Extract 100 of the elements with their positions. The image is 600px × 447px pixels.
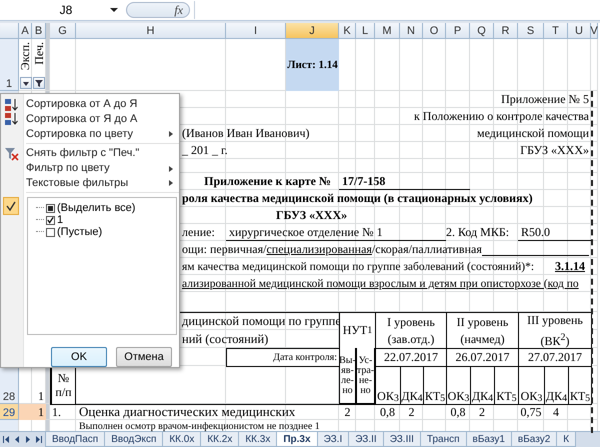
menu-item[interactable]: Фильтр по цвету bbox=[1, 160, 179, 176]
standard-text: ализированной медицинской помощи взрослым и детям при описторхозе (код по bbox=[182, 276, 579, 292]
column-header[interactable]: I bbox=[226, 23, 286, 39]
checkbox-label[interactable]: (Выделить все) bbox=[57, 202, 136, 214]
column-header[interactable]: L bbox=[356, 23, 375, 39]
sheet-tab[interactable]: К bbox=[556, 432, 576, 447]
card-title: Приложение к карте № bbox=[204, 173, 331, 190]
sheet-tab[interactable]: ЭЗ.II bbox=[348, 432, 384, 447]
level-subheader: (ВК$^{2}$) bbox=[540, 330, 570, 350]
menu-item[interactable]: Снять фильтр с "Печ." bbox=[1, 146, 179, 161]
control-date: 27.07.2017 bbox=[518, 348, 592, 367]
column-header[interactable]: A bbox=[19, 23, 32, 39]
checkbox-label[interactable]: (Пустые) bbox=[57, 226, 102, 238]
selected-cell[interactable]: Лист: 1.14 bbox=[286, 39, 339, 91]
checkbox[interactable] bbox=[46, 216, 55, 225]
department-label: ление: bbox=[182, 224, 215, 241]
checkbox-label[interactable]: 1 bbox=[57, 214, 64, 226]
column-header[interactable]: T bbox=[544, 23, 568, 39]
table-cell: 2 bbox=[479, 404, 485, 420]
sheet-tab[interactable]: ЭЗ.III bbox=[382, 432, 421, 447]
column-header[interactable]: J bbox=[286, 23, 339, 39]
institution-heading: ГБУЗ «XXX» bbox=[276, 207, 348, 224]
menu-item[interactable]: Текстовые фильтры bbox=[1, 175, 179, 190]
menu-item[interactable]: Сортировка по цвету bbox=[1, 126, 179, 141]
column-header[interactable]: O bbox=[423, 23, 446, 39]
fixed-header: Ус- тра- не- но bbox=[356, 348, 375, 404]
regulation-text: медицинской помощи bbox=[477, 125, 589, 142]
table-cell: 2 bbox=[344, 404, 350, 420]
group-code: 3.1.14 bbox=[555, 258, 585, 275]
next-sheet-icon[interactable] bbox=[25, 436, 31, 443]
column-header[interactable]: H bbox=[76, 23, 226, 39]
tree-connector bbox=[36, 219, 44, 222]
filter-dropdown-button[interactable] bbox=[33, 77, 45, 89]
number-header: № п/п bbox=[50, 366, 76, 404]
level-subheader: (начмед) bbox=[460, 330, 505, 348]
level-header: II уровень bbox=[456, 314, 508, 330]
table-cell: 1. bbox=[52, 404, 61, 420]
caret-icon bbox=[22, 80, 30, 86]
sheet-tab[interactable]: вБазу2 bbox=[510, 432, 558, 447]
date-text: _ 201 _ г. bbox=[182, 142, 228, 159]
control-date: 22.07.2017 bbox=[375, 348, 447, 367]
column-header[interactable]: R bbox=[494, 23, 518, 39]
table-cell: 1 bbox=[38, 389, 44, 404]
ok-button[interactable]: OK bbox=[51, 347, 107, 368]
row-number[interactable]: 1 bbox=[0, 39, 19, 91]
first-sheet-icon[interactable] bbox=[3, 436, 9, 443]
column-header[interactable]: P bbox=[446, 23, 470, 39]
name-box[interactable]: J8 bbox=[14, 2, 118, 18]
table-cell: 2 bbox=[408, 404, 414, 420]
column-header[interactable]: G bbox=[50, 23, 76, 39]
control-date-label: Дата контроля: bbox=[226, 348, 340, 367]
function-button[interactable]: fx bbox=[126, 2, 190, 18]
submenu-arrow-icon bbox=[169, 166, 173, 172]
level-header: I уровень bbox=[387, 314, 435, 330]
institution-text: ГБУЗ «XXX» bbox=[520, 142, 589, 159]
column-header[interactable]: N bbox=[400, 23, 423, 39]
control-date: 26.07.2017 bbox=[446, 348, 519, 367]
row-number[interactable]: 29 bbox=[0, 404, 19, 420]
approver-name: (Иванов Иван Иванович) bbox=[182, 125, 310, 142]
table-cell: Выполнен осмотр врачом-инфекционистом не позднее 1 bbox=[79, 420, 320, 433]
group-label: ям качества медицинской помощи по группе заболеваний (состояний)*: bbox=[182, 260, 534, 274]
previous-sheet-icon[interactable] bbox=[14, 436, 20, 443]
menu-item[interactable]: Сортировка от Я до А bbox=[1, 111, 179, 126]
appendix-text: Приложение № 5 bbox=[501, 91, 589, 108]
column-header[interactable]: U bbox=[568, 23, 591, 39]
last-sheet-icon[interactable] bbox=[36, 436, 42, 443]
tree-connector bbox=[36, 207, 44, 210]
sheet-tab[interactable]: вБазу1 bbox=[466, 432, 512, 447]
sheet-tab[interactable]: ВводПасп bbox=[45, 432, 106, 447]
regulation-text: к Положению о контроле качества bbox=[414, 108, 589, 125]
card-number: 17/7-158 bbox=[339, 173, 470, 190]
cancel-button[interactable]: Отмена bbox=[116, 347, 172, 368]
sheet-tab[interactable]: КК.0х bbox=[162, 432, 202, 447]
sheet-tab[interactable]: КК.3х bbox=[238, 432, 278, 447]
column-header[interactable]: S bbox=[518, 23, 544, 39]
menu-item[interactable]: Сортировка от А до Я bbox=[1, 96, 179, 112]
checkbox[interactable] bbox=[46, 204, 55, 213]
column-header[interactable]: M bbox=[375, 23, 400, 39]
column-header[interactable]: V bbox=[591, 23, 598, 39]
filter-dropdown-button[interactable] bbox=[20, 77, 32, 89]
row-number[interactable]: 28 bbox=[0, 366, 19, 404]
column-header[interactable]: Q bbox=[470, 23, 494, 39]
column-header[interactable]: B bbox=[32, 23, 46, 39]
sheet-tab[interactable]: ВводЭксп bbox=[104, 432, 164, 447]
sort-descending-icon bbox=[5, 113, 19, 126]
department-value: хирургическое отделение № 1 bbox=[226, 224, 446, 241]
sheet-tab[interactable]: КК.2х bbox=[200, 432, 240, 447]
checkbox[interactable] bbox=[46, 228, 55, 237]
column-header[interactable]: K bbox=[339, 23, 356, 39]
tree-connector bbox=[36, 231, 44, 234]
found-header: Вы- яв- ле- но bbox=[339, 348, 356, 404]
submenu-arrow-icon bbox=[169, 180, 173, 186]
table-title: дицинской помощи по группе bbox=[182, 312, 341, 330]
sheet-tab[interactable]: Пр.3х bbox=[276, 432, 318, 447]
level-subheader: (зав.отд.) bbox=[388, 330, 434, 348]
table-cell: 0,75 bbox=[520, 404, 542, 420]
sheet-tab[interactable]: Трансп bbox=[420, 432, 467, 447]
sheet-tab[interactable]: ЭЗ.I bbox=[316, 432, 350, 447]
table-cell: 0,8 bbox=[450, 404, 466, 420]
icd-value: R50.0 bbox=[518, 224, 591, 241]
